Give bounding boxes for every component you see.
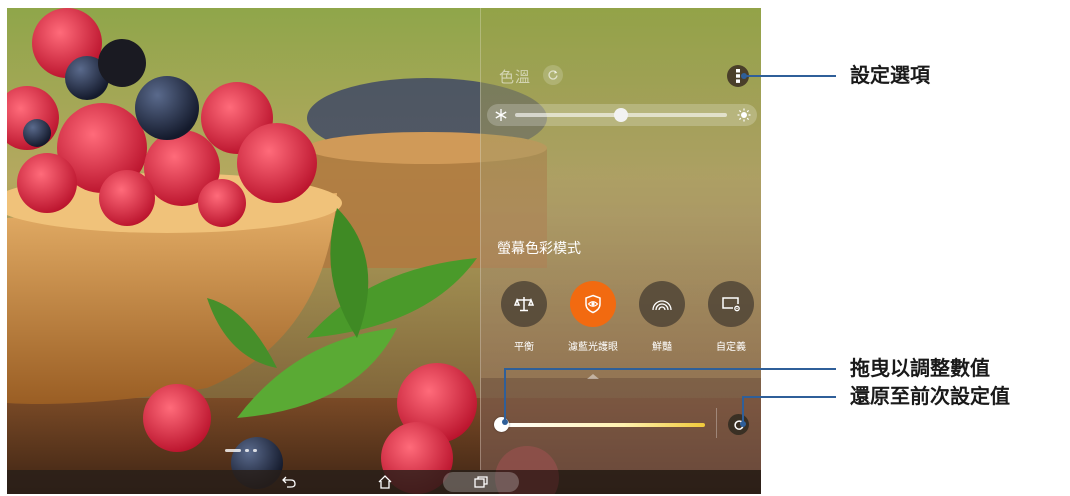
recent-apps-button[interactable] [472,474,490,490]
page-dot [245,449,249,452]
home-icon [378,475,392,489]
divider [716,408,717,438]
callout-settings-line [744,75,836,77]
custom-settings-icon [722,297,740,312]
tablet-screen: 色溫 螢幕色彩模式 平衡 濾藍光護眼 鮮豔 自定義 [7,8,761,494]
more-vertical-icon [736,69,740,83]
back-button[interactable] [280,474,298,490]
value-slider-track[interactable] [501,423,705,427]
back-icon [282,476,296,488]
mode-blue-light-filter-label: 濾藍光護眼 [568,342,618,353]
callout-drag-vline [504,368,506,422]
callout-reset-line [742,396,836,398]
screen-color-mode-title: 螢幕色彩模式 [497,241,581,257]
home-button[interactable] [376,474,394,490]
color-temp-reset-icon[interactable] [543,65,563,85]
mode-custom[interactable]: 自定義 [699,281,761,353]
color-temp-thumb[interactable] [614,108,628,122]
callout-drag-line [504,368,836,370]
color-temp-label: 色溫 [499,68,532,86]
recent-apps-icon [474,476,488,488]
callout-drag-text: 拖曳以調整數值 [850,356,990,380]
mode-vivid-label: 鮮豔 [652,342,672,353]
page-dot [253,449,257,452]
mode-balance-button[interactable] [501,281,547,327]
mode-custom-label: 自定義 [716,342,746,353]
balance-scale-icon [514,297,534,312]
page-indicator [225,449,257,452]
mode-blue-light-filter[interactable]: 濾藍光護眼 [561,281,625,353]
mode-balance[interactable]: 平衡 [492,281,556,353]
page-dot-active [225,449,241,452]
rainbow-icon [652,300,672,311]
mode-vivid-button[interactable] [639,281,685,327]
mode-balance-label: 平衡 [514,342,534,353]
eye-shield-icon [585,294,601,314]
mode-custom-button[interactable] [708,281,754,327]
color-temp-slider[interactable] [487,104,757,126]
callout-reset-text: 還原至前次設定值 [850,384,1010,408]
screen-color-panel: 色溫 螢幕色彩模式 平衡 濾藍光護眼 鮮豔 自定義 [480,8,761,470]
callout-settings-text: 設定選項 [850,63,930,87]
selected-mode-pointer [587,374,599,379]
mode-blue-light-filter-button[interactable] [570,281,616,327]
navigation-bar [7,470,761,494]
callout-reset-vline [742,396,744,424]
sun-icon [737,108,751,122]
snowflake-icon [495,109,507,121]
mode-vivid[interactable]: 鮮豔 [630,281,694,353]
